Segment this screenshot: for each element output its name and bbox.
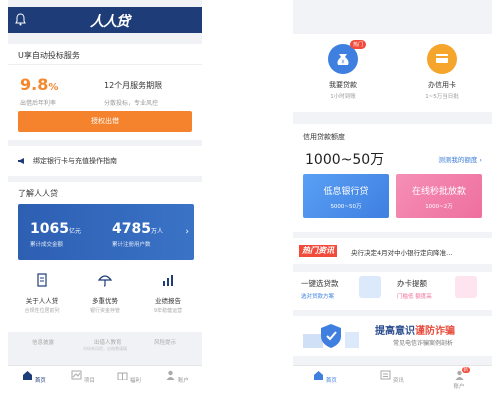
tab-account[interactable]: 账户 xyxy=(157,370,197,384)
feature-report[interactable]: 业绩报告 9年稳健运营 xyxy=(138,272,198,314)
credit-limit-amount: 1000~50万 xyxy=(305,152,385,168)
apply-loan-title: 我要贷款 xyxy=(329,81,357,89)
hot-badge: 热门 xyxy=(349,40,366,49)
credit-limit-card: 信用贷款额度 1000~50万 测测我的额度 › 低息银行贷 5000~50万 … xyxy=(293,124,492,232)
link-disclosure[interactable]: 信息披露 xyxy=(32,338,54,346)
tab-home[interactable]: 首页 xyxy=(14,370,54,384)
shield-illustration-icon xyxy=(303,324,359,348)
home-icon xyxy=(314,371,324,380)
card-illustration-icon xyxy=(455,276,477,298)
feature-advantages-sub: 银行资金存管 xyxy=(89,308,120,314)
instant-loan-box[interactable]: 在线秒批放款 1000~2万 xyxy=(396,174,482,218)
tab-projects-label: 项目 xyxy=(83,378,95,384)
feature-report-title: 业绩报告 xyxy=(155,297,181,305)
card-limit-title: 办卡提额 xyxy=(397,279,427,288)
tab-projects[interactable]: 项目 xyxy=(63,370,103,384)
chevron-right-icon: › xyxy=(185,227,189,237)
user-icon xyxy=(166,370,175,380)
left-tab-bar: 首页 项目 福利 账户 xyxy=(8,365,202,393)
apply-loan-sub: 1小时到账 xyxy=(330,94,356,100)
stat-total-volume: 1065亿元 累计成交金额 xyxy=(30,221,81,248)
bank-loan-box[interactable]: 低息银行贷 5000~50万 xyxy=(303,174,389,218)
about-title: 了解人人贷 xyxy=(18,189,58,198)
feature-advantages-title: 多重优势 xyxy=(92,297,118,305)
credit-card-title: 办信用卡 xyxy=(428,81,456,89)
bank-loan-title: 低息银行贷 xyxy=(323,187,369,197)
gift-icon xyxy=(117,372,128,381)
about-section: 了解人人贷 1065亿元 累计成交金额 4785万人 累计注册用户数 › 关于人… xyxy=(8,182,202,332)
instant-loan-title: 在线秒批放款 xyxy=(411,187,466,197)
phone-illustration-icon xyxy=(359,276,381,298)
bind-card-guide-row[interactable]: 绑定银行卡与充值操作指南 xyxy=(8,146,202,176)
services-row: 一键选贷款 选对贷款方案 办卡提额 门槛低 额度高 xyxy=(293,272,492,310)
choose-loan-title: 一键选贷款 xyxy=(301,279,339,288)
service-term-label: 分散投标，专业风控 xyxy=(104,100,159,107)
feature-about-sub: 合规性位居前列 xyxy=(24,308,60,314)
app-logo: 人人贷 xyxy=(90,14,130,30)
hot-news-text: 央行决定4月对中小银行定向降准... xyxy=(351,249,453,257)
tab-account-label: 账户 xyxy=(453,384,465,390)
feature-advantages[interactable]: 多重优势 银行资金存管 xyxy=(75,272,135,314)
tab-benefits[interactable]: 福利 xyxy=(109,370,149,384)
bank-loan-range: 5000~50万 xyxy=(330,204,362,210)
news-icon xyxy=(380,370,391,380)
credit-card-action[interactable]: 办信用卡 1~5万当日批 xyxy=(402,44,482,100)
tab-benefits-label: 福利 xyxy=(129,378,141,384)
tab-account[interactable]: 新 账户 xyxy=(439,367,479,390)
document-icon xyxy=(37,273,47,287)
feature-report-sub: 9年稳健运营 xyxy=(153,308,183,314)
authorize-lend-button[interactable]: 授权出借 xyxy=(18,111,192,132)
bind-card-guide-text: 绑定银行卡与充值操作指南 xyxy=(33,157,117,165)
tab-home-label: 首页 xyxy=(34,378,46,384)
choose-loan-sub: 选对贷款方案 xyxy=(301,294,335,300)
svg-text:¥: ¥ xyxy=(341,60,344,66)
top-bar: 人人贷 xyxy=(8,7,202,33)
home-icon xyxy=(23,371,33,380)
hot-news-row[interactable]: 热门资讯 央行决定4月对中小银行定向降准... xyxy=(293,238,492,264)
stats-banner[interactable]: 1065亿元 累计成交金额 4785万人 累计注册用户数 › xyxy=(18,204,194,260)
divider xyxy=(8,64,202,65)
new-badge: 新 xyxy=(461,367,470,373)
umbrella-icon xyxy=(97,275,113,287)
card-limit-service[interactable]: 办卡提额 门槛低 额度高 xyxy=(397,278,432,300)
anti-fraud-title: 提高意识谨防诈骗 xyxy=(375,326,455,337)
service-term: 12个月服务期限 xyxy=(104,81,163,90)
chart-icon xyxy=(71,370,82,380)
choose-loan-service[interactable]: 一键选贷款 选对贷款方案 xyxy=(301,278,339,300)
tab-account-label: 账户 xyxy=(177,378,189,384)
tab-news[interactable]: 资讯 xyxy=(372,370,412,384)
credit-card-sub: 1~5万当日批 xyxy=(425,94,459,100)
tab-home-label: 首页 xyxy=(325,378,337,384)
megaphone-icon xyxy=(18,158,24,164)
money-bag-icon: ¥ 热门 xyxy=(328,40,366,74)
tab-home[interactable]: 首页 xyxy=(305,370,345,384)
feature-about[interactable]: 关于人人贷 合规性位居前列 xyxy=(12,272,72,314)
instant-loan-range: 1000~2万 xyxy=(425,204,453,210)
u-plan-card: U享自动投标服务 9.8% 出借后年利率 12个月服务期限 分散投标，专业风控 … xyxy=(8,44,202,140)
feature-about-title: 关于人人贷 xyxy=(25,297,59,305)
link-risk-notice[interactable]: 风险提示 xyxy=(154,338,176,346)
stat-registered-users: 4785万人 累计注册用户数 xyxy=(112,221,163,248)
anti-fraud-sub: 常见电信诈骗案例剖析 xyxy=(393,340,454,347)
u-plan-title: U享自动投标服务 xyxy=(18,51,80,60)
card-limit-sub: 门槛低 额度高 xyxy=(397,294,432,300)
link-lender-education[interactable]: 出借人教育 xyxy=(94,338,122,346)
credit-card-icon xyxy=(427,44,457,74)
right-app-screen: ¥ 热门 我要贷款 1小时到账 办信用卡 1~5万当日批 信用贷款额度 1000… xyxy=(293,0,492,393)
credit-limit-title: 信用贷款额度 xyxy=(303,133,345,141)
hot-news-tag: 热门资讯 xyxy=(299,245,337,257)
bar-chart-icon xyxy=(163,275,173,286)
bell-icon[interactable] xyxy=(15,13,26,26)
tab-news-label: 资讯 xyxy=(392,378,404,384)
check-limit-link[interactable]: 测测我的额度 › xyxy=(438,154,482,164)
annual-rate-label: 出借后年利率 xyxy=(20,100,57,107)
anti-fraud-banner[interactable]: 提高意识谨防诈骗 常见电信诈骗案例剖析 xyxy=(293,316,492,356)
quick-actions: ¥ 热门 我要贷款 1小时到账 办信用卡 1~5万当日批 xyxy=(293,34,492,112)
apply-loan-action[interactable]: ¥ 热门 我要贷款 1小时到账 xyxy=(303,40,383,100)
risk-disclaimer: 市场有风险，出借需谨慎 xyxy=(83,346,127,351)
left-app-screen: 人人贷 U享自动投标服务 9.8% 出借后年利率 12个月服务期限 分散投标，专… xyxy=(8,0,202,393)
right-tab-bar: 首页 资讯 新 账户 xyxy=(293,365,492,393)
annual-rate: 9.8% xyxy=(20,75,59,94)
